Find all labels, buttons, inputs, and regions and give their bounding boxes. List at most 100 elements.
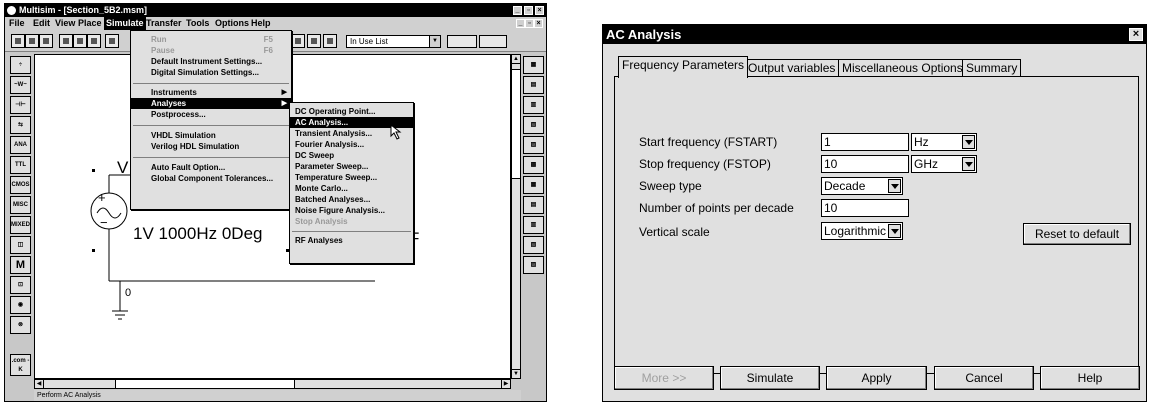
cut-icon[interactable] xyxy=(59,34,73,48)
misc-digital-bin-button[interactable]: MISC xyxy=(10,196,31,214)
logic-analyzer-icon[interactable]: ▦ xyxy=(523,176,544,194)
menu-item-batched-analyses[interactable]: Batched Analyses... xyxy=(290,194,413,205)
save-file-icon[interactable] xyxy=(39,34,53,48)
analog-bin-button[interactable]: ANA xyxy=(10,136,31,154)
cancel-button[interactable]: Cancel xyxy=(934,366,1034,390)
menu-item-noise-figure[interactable]: Noise Figure Analysis... xyxy=(290,205,413,216)
mixed-bin-button[interactable]: MIXED xyxy=(10,216,31,234)
stop-unit-select[interactable]: GHz xyxy=(911,155,977,173)
minimize-icon[interactable]: _ xyxy=(513,6,522,15)
chevron-down-icon[interactable] xyxy=(962,157,975,171)
simulate-switch[interactable] xyxy=(447,35,477,48)
com-bin-button[interactable]: .com -K xyxy=(10,354,31,376)
menu-item-pause[interactable]: Pause F6 xyxy=(131,45,291,56)
scroll-down-icon[interactable]: ▼ xyxy=(512,369,520,378)
more-button[interactable]: More >> xyxy=(614,366,714,390)
menu-item-postprocess[interactable]: Postprocess... xyxy=(131,109,291,120)
start-frequency-input[interactable]: 1 xyxy=(821,133,909,151)
child-minimize-icon[interactable]: _ xyxy=(516,19,525,28)
open-file-icon[interactable] xyxy=(25,34,39,48)
menu-item-rf-analyses[interactable]: RF Analyses xyxy=(290,235,413,246)
start-unit-select[interactable]: Hz xyxy=(911,133,977,151)
scroll-right-icon[interactable]: ▶ xyxy=(501,380,510,388)
vertical-scroll-thumb[interactable] xyxy=(512,69,520,179)
pause-switch[interactable] xyxy=(479,35,507,48)
distortion-analyzer-icon[interactable]: ▥ xyxy=(523,216,544,234)
new-file-icon[interactable] xyxy=(11,34,25,48)
component-icon[interactable] xyxy=(291,34,305,48)
vertical-scrollbar[interactable]: ▲ ▼ xyxy=(511,54,521,379)
misc-bin-button[interactable]: M xyxy=(10,256,31,274)
transistor-bin-button[interactable]: ⇆ xyxy=(10,116,31,134)
paste-icon[interactable] xyxy=(87,34,101,48)
chevron-down-icon[interactable] xyxy=(888,224,901,238)
menu-file[interactable]: File xyxy=(7,17,27,30)
scroll-left-icon[interactable]: ◀ xyxy=(35,380,44,388)
chevron-down-icon[interactable] xyxy=(962,135,975,149)
menu-item-dc-sweep[interactable]: DC Sweep xyxy=(290,150,413,161)
menu-view[interactable]: View xyxy=(53,17,77,30)
source-bin-button[interactable]: ÷ xyxy=(10,56,31,74)
in-use-list-select[interactable]: In Use List ▼ xyxy=(346,35,441,48)
close-icon[interactable]: × xyxy=(535,6,544,15)
stop-frequency-input[interactable]: 10 xyxy=(821,155,909,173)
help-button[interactable]: Help xyxy=(1040,366,1140,390)
logic-converter-icon[interactable]: ▤ xyxy=(523,196,544,214)
indicator-bin-button[interactable]: ◫ xyxy=(10,236,31,254)
menu-simulate[interactable]: Simulate xyxy=(104,17,146,30)
ttl-bin-button[interactable]: TTL xyxy=(10,156,31,174)
close-icon[interactable]: × xyxy=(1129,28,1143,41)
controls-bin-button[interactable]: ⊡ xyxy=(10,276,31,294)
menu-item-stop-analysis[interactable]: Stop Analysis xyxy=(290,216,413,227)
menu-item-default-instrument[interactable]: Default Instrument Settings... xyxy=(131,56,291,67)
child-restore-icon[interactable]: ▫ xyxy=(525,19,534,28)
menu-transfer[interactable]: Transfer xyxy=(144,17,184,30)
menu-item-vhdl[interactable]: VHDL Simulation xyxy=(131,130,291,141)
child-window-controls[interactable]: _ ▫ × xyxy=(516,19,543,28)
menu-item-fourier-analysis[interactable]: Fourier Analysis... xyxy=(290,139,413,150)
wattmeter-icon[interactable]: ▥ xyxy=(523,96,544,114)
apply-button[interactable]: Apply xyxy=(826,366,927,390)
menu-item-verilog[interactable]: Verilog HDL Simulation xyxy=(131,141,291,152)
maximize-icon[interactable]: ▫ xyxy=(524,6,533,15)
menu-help[interactable]: Help xyxy=(249,17,273,30)
menu-tools[interactable]: Tools xyxy=(184,17,211,30)
spectrum-analyzer-icon[interactable]: ▧ xyxy=(523,236,544,254)
sweep-type-select[interactable]: Decade xyxy=(821,177,903,195)
horizontal-scroll-thumb[interactable] xyxy=(115,380,295,388)
reset-to-default-button[interactable]: Reset to default xyxy=(1023,223,1131,245)
menu-item-digital-sim[interactable]: Digital Simulation Settings... xyxy=(131,67,291,78)
child-close-icon[interactable]: × xyxy=(534,19,543,28)
cmos-bin-button[interactable]: CMOS xyxy=(10,176,31,194)
menu-item-monte-carlo[interactable]: Monte Carlo... xyxy=(290,183,413,194)
menu-item-parameter-sweep[interactable]: Parameter Sweep... xyxy=(290,161,413,172)
vertical-scale-select[interactable]: Logarithmic xyxy=(821,222,903,240)
menu-item-run[interactable]: Run F5 xyxy=(131,34,291,45)
copy-icon[interactable] xyxy=(73,34,87,48)
tab-summary[interactable]: Summary xyxy=(962,59,1022,77)
bode-plotter-icon[interactable]: ▨ xyxy=(523,136,544,154)
menu-item-instruments[interactable]: Instruments ▶ xyxy=(131,87,291,98)
tab-miscellaneous-options[interactable]: Miscellaneous Options xyxy=(838,59,967,77)
electromech-bin-button[interactable]: ⊗ xyxy=(10,316,31,334)
menu-item-global-tolerances[interactable]: Global Component Tolerances... xyxy=(131,173,291,184)
basic-bin-button[interactable]: ~W~ xyxy=(10,76,31,94)
function-generator-icon[interactable]: ▤ xyxy=(523,76,544,94)
postprocessor-icon[interactable] xyxy=(323,34,337,48)
multimeter-icon[interactable]: ▦ xyxy=(523,56,544,74)
tab-frequency-parameters[interactable]: Frequency Parameters xyxy=(618,56,749,78)
horizontal-scrollbar[interactable]: ◀ ▶ xyxy=(34,379,511,389)
word-generator-icon[interactable]: ▩ xyxy=(523,156,544,174)
menu-edit[interactable]: Edit xyxy=(31,17,52,30)
menu-options[interactable]: Options xyxy=(213,17,251,30)
oscilloscope-icon[interactable]: ▧ xyxy=(523,116,544,134)
network-analyzer-icon[interactable]: ▨ xyxy=(523,256,544,274)
menu-item-temperature-sweep[interactable]: Temperature Sweep... xyxy=(290,172,413,183)
points-per-decade-input[interactable]: 10 xyxy=(821,199,909,217)
chevron-down-icon[interactable]: ▼ xyxy=(429,36,440,47)
menu-place[interactable]: Place xyxy=(76,17,104,30)
menu-item-dc-operating-point[interactable]: DC Operating Point... xyxy=(290,106,413,117)
menu-item-analyses[interactable]: Analyses ▶ xyxy=(131,98,291,109)
print-icon[interactable] xyxy=(105,34,119,48)
tab-output-variables[interactable]: Output variables xyxy=(744,59,840,77)
